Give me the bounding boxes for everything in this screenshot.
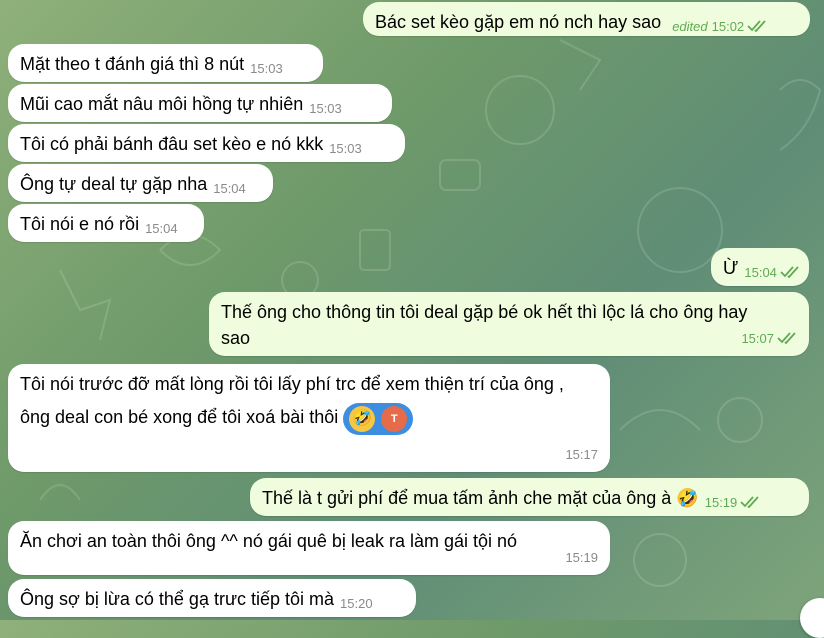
- message-text: Bác set kèo gặp em nó nch hay sao: [375, 12, 662, 32]
- message-text: Tôi có phải bánh đâu set kèo e nó kkk: [20, 134, 324, 154]
- reaction-chip[interactable]: 🤣 T: [343, 403, 414, 435]
- message-text: Tôi nói trước đỡ mất lòng rồi tôi lấy ph…: [20, 374, 564, 427]
- message-text: Thế là t gửi phí để mua tấm ảnh che mặt …: [262, 488, 672, 508]
- message-time: 15:03: [250, 61, 283, 76]
- message-text: Mặt theo t đánh giá thì 8 nút: [20, 54, 245, 74]
- message-meta: edited 15:02: [672, 19, 767, 34]
- double-check-icon: [777, 331, 796, 344]
- message-bubble-incoming[interactable]: Tôi có phải bánh đâu set kèo e nó kkk 15:…: [8, 124, 405, 162]
- message-text: Ông sợ bị lừa có thể gạ trưc tiếp tôi mà: [20, 589, 335, 609]
- message-bubble-incoming[interactable]: Tôi nói e nó rồi 15:04: [8, 204, 204, 242]
- message-text: Ông tự deal tự gặp nha: [20, 174, 208, 194]
- message-time: 15:04: [145, 221, 178, 236]
- message-meta: 15:04: [744, 265, 800, 280]
- message-bubble-outgoing[interactable]: Ừ 15:04: [711, 248, 809, 286]
- message-bubble-outgoing[interactable]: Thế ông cho thông tin tôi deal gặp bé ok…: [209, 292, 809, 356]
- message-time: 15:03: [329, 141, 362, 156]
- message-text: Thế ông cho thông tin tôi deal gặp bé ok…: [221, 302, 748, 348]
- message-bubble-outgoing[interactable]: Thế là t gửi phí để mua tấm ảnh che mặt …: [250, 478, 809, 516]
- message-time: 15:19: [704, 495, 738, 510]
- double-check-icon: [747, 19, 766, 32]
- message-meta: 15:07: [741, 326, 797, 352]
- laughing-emoji-icon: 🤣: [349, 406, 376, 432]
- message-meta: 15:19: [705, 495, 761, 510]
- message-text: Ừ: [723, 258, 739, 278]
- scroll-down-button[interactable]: [800, 598, 824, 638]
- message-bubble-incoming[interactable]: Mặt theo t đánh giá thì 8 nút 15:03: [8, 44, 323, 82]
- message-time: 15:03: [309, 101, 342, 116]
- double-check-icon: [740, 495, 759, 508]
- message-time: 15:19: [565, 550, 598, 565]
- avatar: T: [381, 406, 408, 432]
- message-text: Mũi cao mắt nâu môi hồng tự nhiên: [20, 94, 304, 114]
- message-text: Ăn chơi an toàn thôi ông ^^ nó gái quê b…: [20, 531, 518, 551]
- message-text: Tôi nói e nó rồi: [20, 214, 140, 234]
- message-bubble-incoming[interactable]: Tôi nói trước đỡ mất lòng rồi tôi lấy ph…: [8, 364, 610, 472]
- message-time: 15:02: [711, 19, 745, 34]
- message-time: 15:17: [565, 447, 598, 462]
- message-bubble-incoming[interactable]: Ông sợ bị lừa có thể gạ trưc tiếp tôi mà…: [8, 579, 416, 617]
- double-check-icon: [780, 265, 799, 278]
- message-bubble-incoming[interactable]: Mũi cao mắt nâu môi hồng tự nhiên 15:03: [8, 84, 392, 122]
- message-bubble-incoming[interactable]: Ăn chơi an toàn thôi ông ^^ nó gái quê b…: [8, 521, 610, 575]
- message-time: 15:04: [213, 181, 246, 196]
- message-time: 15:07: [741, 331, 774, 346]
- message-time: 15:04: [744, 265, 777, 280]
- edited-label: edited: [672, 19, 708, 34]
- message-bubble-outgoing[interactable]: Bác set kèo gặp em nó nch hay sao edited…: [363, 2, 810, 36]
- laughing-emoji-icon: 🤣: [676, 488, 699, 508]
- message-bubble-incoming[interactable]: Ông tự deal tự gặp nha 15:04: [8, 164, 273, 202]
- message-time: 15:20: [340, 596, 373, 611]
